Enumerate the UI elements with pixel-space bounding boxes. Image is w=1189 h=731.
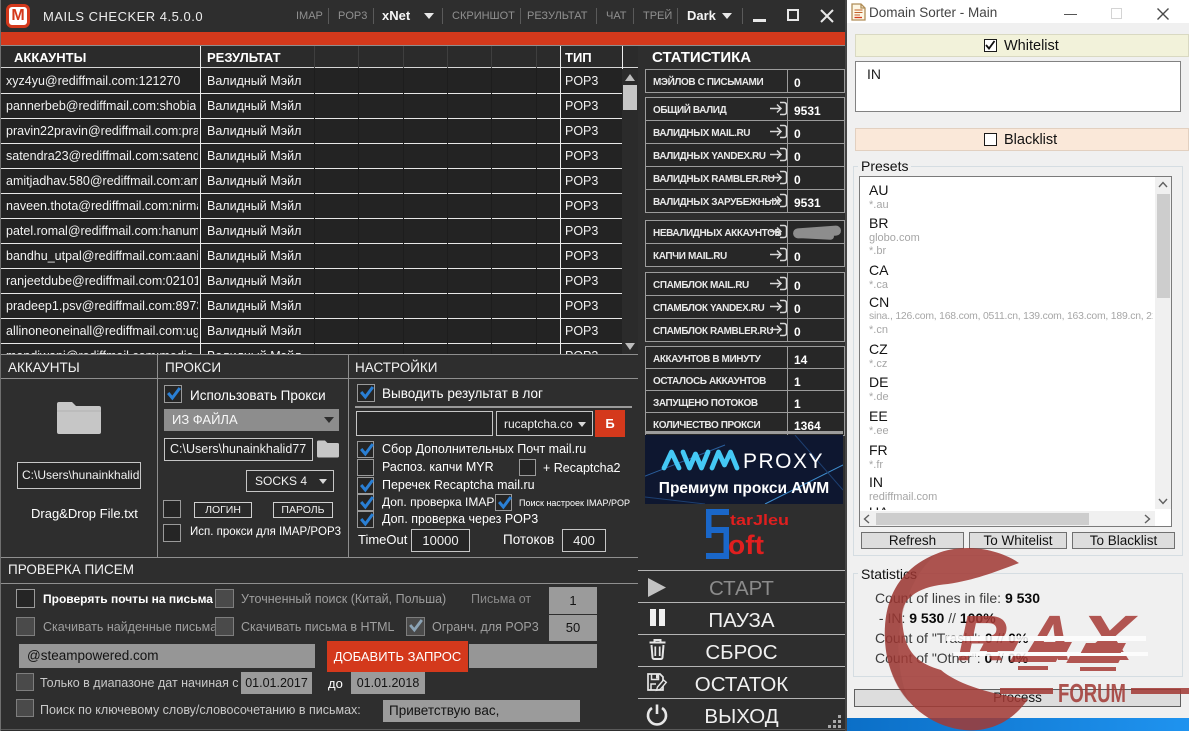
- svg-text:FORUM: FORUM: [1058, 678, 1126, 708]
